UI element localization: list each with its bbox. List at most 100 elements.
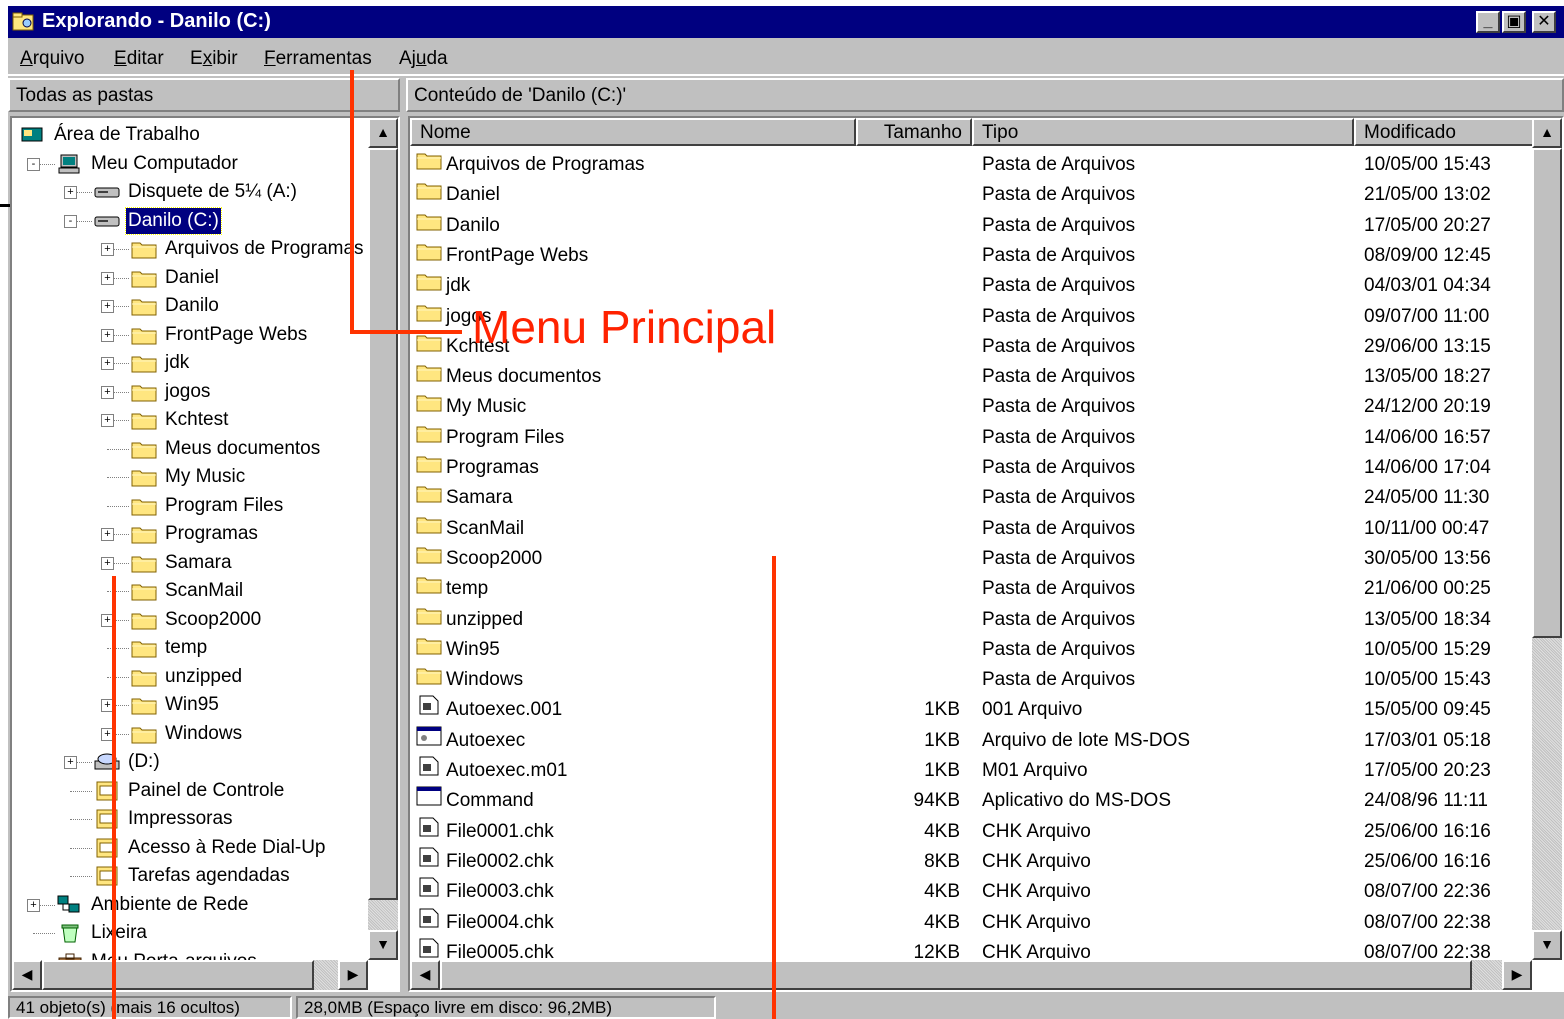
tree-item[interactable]: + Daniel [12,265,370,293]
expand-icon[interactable]: + [101,528,114,541]
file-row[interactable]: Scoop2000 Pasta de Arquivos 30/05/00 13:56 [410,544,1530,574]
folder-tree[interactable]: Área de Trabalho - Meu Computador + Disquete… [10,116,400,992]
file-row[interactable]: Samara Pasta de Arquivos 24/05/00 11:30 [410,483,1530,513]
tree-item[interactable]: - Meu Computador [12,151,370,179]
close-button[interactable]: ✕ [1532,11,1556,33]
file-row[interactable]: Meus documentos Pasta de Arquivos 13/05/00… [410,362,1530,392]
list-scroll-thumb[interactable] [1532,148,1562,638]
list-scroll-right-arrow-icon[interactable]: ▶ [1502,960,1532,990]
menu-ajuda[interactable]: Ajuda [399,48,448,70]
tree-item[interactable]: Meu Porta-arquivos [12,949,370,960]
tree-vertical-scrollbar[interactable]: ▲ ▼ [368,118,398,960]
file-row[interactable]: Windows Pasta de Arquivos 10/05/00 15:43 [410,665,1530,695]
column-header-modificado[interactable]: Modificado [1354,118,1536,146]
list-scroll-down-arrow-icon[interactable]: ▼ [1532,930,1562,960]
file-list[interactable]: Nome Tamanho Tipo Modificado Arquivos de… [408,116,1564,992]
file-row[interactable]: Danilo Pasta de Arquivos 17/05/00 20:27 [410,211,1530,241]
tree-item[interactable]: Área de Trabalho [12,122,370,150]
file-row[interactable]: Daniel Pasta de Arquivos 21/05/00 13:02 [410,180,1530,210]
minimize-button[interactable]: _ [1476,11,1500,33]
column-header-nome[interactable]: Nome [410,118,856,146]
tree-item[interactable]: Meus documentos [12,436,370,464]
column-header-tipo[interactable]: Tipo [972,118,1354,146]
tree-item[interactable]: Lixeira [12,920,370,948]
maximize-button[interactable]: ▣ [1502,11,1526,33]
tree-item[interactable]: - Danilo (C:) [12,206,370,236]
expand-icon[interactable]: + [101,414,114,427]
menu-exibir[interactable]: Exibir [190,48,238,70]
file-row[interactable]: jdk Pasta de Arquivos 04/03/01 04:34 [410,271,1530,301]
tree-item[interactable]: + Kchtest [12,407,370,435]
tree-item[interactable]: + jogos [12,379,370,407]
tree-horizontal-scrollbar[interactable]: ◀ ▶ [12,960,368,990]
tree-item[interactable]: Acesso à Rede Dial-Up [12,835,370,863]
tree-item[interactable]: Program Files [12,493,370,521]
expand-icon[interactable]: + [101,271,114,285]
tree-hscroll-thumb[interactable] [42,960,314,990]
tree-item[interactable]: + Disquete de 5¼ (A:) [12,179,370,207]
title-bar[interactable]: Explorando - Danilo (C:) _ ▣ ✕ [8,6,1564,38]
file-row[interactable]: Autoexec.001 1KB 001 Arquivo 15/05/00 09:45 [410,695,1530,725]
expand-icon[interactable]: + [101,300,114,313]
tree-item[interactable]: Impressoras [12,806,370,834]
tree-item[interactable]: + FrontPage Webs [12,322,370,350]
tree-item[interactable]: + Win95 [12,692,370,720]
file-icon [416,695,442,715]
expand-icon[interactable]: + [64,186,77,199]
tree-item[interactable]: temp [12,635,370,663]
tree-scroll-thumb[interactable] [368,148,398,900]
collapse-icon[interactable]: - [27,157,40,171]
tree-item[interactable]: + Programas [12,521,370,549]
scroll-left-arrow-icon[interactable]: ◀ [12,960,42,990]
file-row[interactable]: unzipped Pasta de Arquivos 13/05/00 18:34 [410,605,1530,635]
scroll-down-arrow-icon[interactable]: ▼ [368,930,398,960]
tree-item[interactable]: Tarefas agendadas [12,863,370,891]
menu-arquivo[interactable]: Arquivo [20,48,84,70]
tree-item[interactable]: Painel de Controle [12,778,370,806]
file-row[interactable]: File0002.chk 8KB CHK Arquivo 25/06/00 16:16 [410,847,1530,877]
expand-icon[interactable]: + [101,243,114,256]
file-row[interactable]: My Music Pasta de Arquivos 24/12/00 20:19 [410,392,1530,422]
tree-item[interactable]: My Music [12,464,370,492]
list-vertical-scrollbar[interactable]: ▲ ▼ [1532,118,1562,960]
menu-editar[interactable]: Editar [114,48,164,70]
tree-item[interactable]: + Samara [12,550,370,578]
scroll-up-arrow-icon[interactable]: ▲ [368,118,398,148]
file-row[interactable]: FrontPage Webs Pasta de Arquivos 08/09/00 … [410,241,1530,271]
file-row[interactable]: File0003.chk 4KB CHK Arquivo 08/07/00 22:36 [410,877,1530,907]
expand-icon[interactable]: + [101,385,114,399]
expand-icon[interactable]: + [101,357,114,370]
tree-item[interactable]: + Ambiente de Rede [12,892,370,920]
tree-item[interactable]: ScanMail [12,578,370,606]
file-row[interactable]: Programas Pasta de Arquivos 14/06/00 17:04 [410,453,1530,483]
file-row[interactable]: ScanMail Pasta de Arquivos 10/11/00 00:47 [410,514,1530,544]
tree-item[interactable]: + Scoop2000 [12,607,370,635]
file-row[interactable]: Arquivos de Programas Pasta de Arquivos 10… [410,150,1530,180]
file-row[interactable]: Autoexec.m01 1KB M01 Arquivo 17/05/00 20:23 [410,756,1530,786]
expand-icon[interactable]: + [101,556,114,570]
scroll-right-arrow-icon[interactable]: ▶ [338,960,368,990]
expand-icon[interactable]: + [27,898,40,912]
tree-item[interactable]: + Windows [12,721,370,749]
tree-item[interactable]: + Arquivos de Programas [12,236,370,264]
list-scroll-left-arrow-icon[interactable]: ◀ [410,960,440,990]
file-row[interactable]: Program Files Pasta de Arquivos 14/06/00 1… [410,423,1530,453]
collapse-icon[interactable]: - [64,214,77,228]
file-row[interactable]: temp Pasta de Arquivos 21/06/00 00:25 [410,574,1530,604]
tree-item[interactable]: + Danilo [12,293,370,321]
expand-icon[interactable]: + [64,756,77,769]
list-horizontal-scrollbar[interactable]: ◀ ▶ [410,960,1532,990]
menu-ferramentas[interactable]: Ferramentas [264,48,372,70]
expand-icon[interactable]: + [101,328,114,342]
file-row[interactable]: File0001.chk 4KB CHK Arquivo 25/06/00 16:16 [410,817,1530,847]
list-hscroll-thumb[interactable] [440,960,1472,990]
tree-item[interactable]: + jdk [12,350,370,378]
tree-item[interactable]: + (D:) [12,749,370,777]
file-row[interactable]: Autoexec 1KB Arquivo de lote MS-DOS 17/03/0… [410,726,1530,756]
file-row[interactable]: File0004.chk 4KB CHK Arquivo 08/07/00 22:38 [410,908,1530,938]
list-scroll-up-arrow-icon[interactable]: ▲ [1532,118,1562,148]
file-row[interactable]: Win95 Pasta de Arquivos 10/05/00 15:29 [410,635,1530,665]
column-header-tamanho[interactable]: Tamanho [856,118,972,146]
file-row[interactable]: Command 94KB Aplicativo do MS-DOS 24/08/96 … [410,786,1530,816]
tree-item[interactable]: unzipped [12,664,370,692]
